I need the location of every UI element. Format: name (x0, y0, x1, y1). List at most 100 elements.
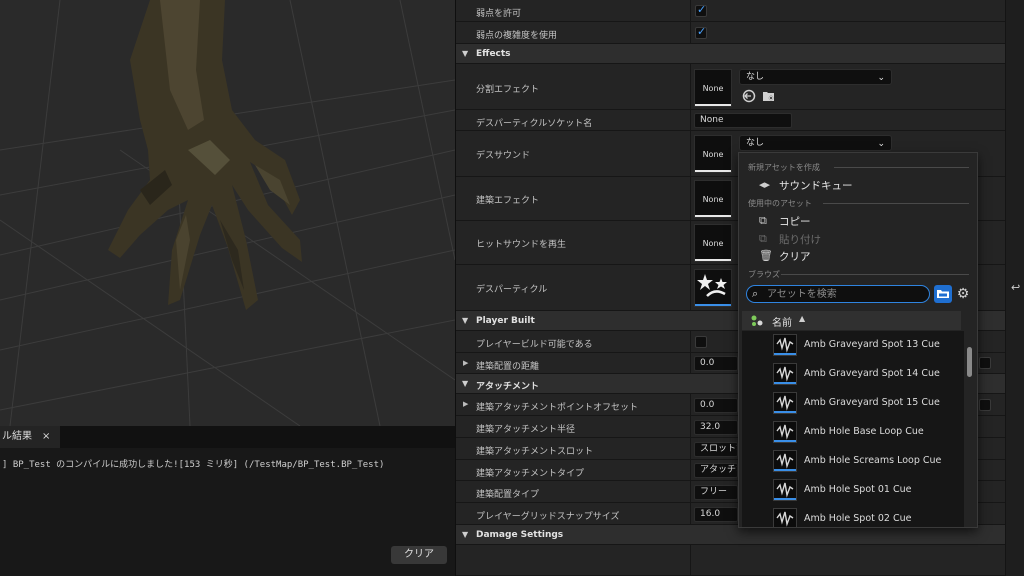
asset-type-bar (774, 469, 796, 471)
section-divider (781, 274, 969, 275)
break-effect-combo[interactable]: なし ⌄ (739, 69, 892, 85)
column-divider (690, 177, 691, 221)
column-divider (690, 22, 691, 44)
property-label: 建築エフェクト (476, 196, 540, 206)
category-label: Player Built (476, 316, 535, 326)
property-label: デスパーティクル (476, 285, 548, 295)
place-type-dropdown[interactable]: フリー (694, 485, 738, 500)
clear-log-button[interactable]: クリア (391, 546, 447, 564)
asset-name: Amb Hole Screams Loop Cue (804, 455, 942, 466)
name-column-header: 名前 (772, 318, 792, 329)
hit-sound-thumbnail[interactable]: None (694, 224, 732, 262)
property-row-death-particle-socket: デスパーティクルソケット名 None (456, 110, 1005, 131)
asset-list-scrollbar[interactable] (966, 331, 972, 527)
collapse-arrow-icon: ▼ (462, 379, 469, 388)
paste-icon: ⧉ (759, 232, 767, 245)
browse-folder-button[interactable] (934, 285, 952, 303)
thumbnail-label: None (702, 239, 724, 248)
thumbnail-bar (695, 170, 731, 172)
asset-search-input[interactable] (767, 287, 925, 301)
asset-list-header[interactable]: 名前 ▲ (742, 311, 961, 330)
build-place-distance-override[interactable] (979, 357, 991, 369)
asset-list-item[interactable]: Amb Hole Spot 02 Cue (742, 505, 964, 527)
asset-list-item[interactable]: Amb Graveyard Spot 15 Cue (742, 389, 964, 418)
asset-list-item[interactable]: Amb Graveyard Spot 13 Cue (742, 331, 964, 360)
column-divider (690, 438, 691, 460)
asset-type-bar (774, 440, 796, 442)
break-effect-thumbnail[interactable]: None (694, 69, 732, 107)
property-label: 分割エフェクト (476, 85, 540, 95)
level-viewport[interactable] (0, 0, 455, 426)
menu-item-label: サウンドキュー (779, 180, 853, 192)
chevron-down-icon: ⌄ (877, 73, 885, 83)
thumbnail-label: None (702, 150, 724, 159)
column-divider (690, 64, 691, 110)
asset-name: Amb Graveyard Spot 15 Cue (804, 397, 940, 408)
property-label: 建築アタッチメントタイプ (476, 469, 585, 479)
compile-results-tab-label: ル結果 (2, 431, 32, 442)
sound-cue-icon (773, 479, 797, 501)
browse-asset-icon[interactable] (762, 89, 776, 103)
property-row-weak-point-complexity: 弱点の複雑度を使用 (456, 22, 1005, 44)
sound-cue-icon (773, 334, 797, 356)
property-label: 建築アタッチメント半径 (476, 425, 576, 435)
create-sound-cue-item[interactable]: ◂▸ サウンドキュー (759, 177, 969, 193)
player-buildable-checkbox[interactable] (695, 336, 707, 348)
category-damage-settings[interactable]: ▼ Damage Settings (456, 525, 1005, 545)
allow-weak-point-checkbox[interactable] (695, 3, 707, 17)
menu-item-label: クリア (779, 251, 811, 263)
property-label: 建築アタッチメントスロット (476, 447, 594, 457)
expand-arrow-icon[interactable]: ▶ (463, 400, 468, 408)
attach-radius-field[interactable]: 32.0 (694, 420, 738, 435)
attach-slot-dropdown[interactable]: スロットな (694, 442, 738, 457)
grid-snap-size-field[interactable]: 16.0 (694, 507, 738, 522)
build-effect-thumbnail[interactable]: None (694, 180, 732, 218)
sound-cue-icon (773, 392, 797, 414)
paste-item[interactable]: ⧉ 貼り付け (759, 231, 969, 247)
asset-search-box[interactable]: ⌕ (746, 285, 930, 303)
section-header-create: 新規アセットを作成 (748, 163, 820, 172)
menu-item-label: コピー (779, 216, 811, 228)
scrollbar-thumb[interactable] (967, 347, 972, 377)
death-sound-thumbnail[interactable]: None (694, 135, 732, 173)
close-icon[interactable]: × (42, 426, 50, 448)
column-divider (690, 503, 691, 525)
log-tab-bar: ル結果 × (0, 426, 455, 448)
asset-list-item[interactable]: Amb Hole Screams Loop Cue (742, 447, 964, 476)
category-effects[interactable]: ▼ Effects (456, 44, 1005, 64)
property-label: プレイヤーグリッドスナップサイズ (476, 512, 620, 522)
asset-type-bar (774, 353, 796, 355)
property-label: デスサウンド (476, 151, 531, 161)
collapse-arrow-icon: ▼ (462, 316, 469, 325)
thumbnail-bar (695, 304, 731, 306)
copy-item[interactable]: ⧉ コピー (759, 213, 969, 229)
reset-to-default-icon[interactable]: ↩ (1011, 281, 1020, 294)
combo-value: なし (746, 138, 765, 148)
death-particle-socket-field[interactable]: None (694, 113, 792, 128)
asset-name: Amb Hole Base Loop Cue (804, 426, 924, 437)
property-row-partial (456, 545, 1005, 576)
clear-item[interactable]: 🗑 クリア (759, 248, 969, 264)
gear-icon[interactable]: ⚙ (955, 285, 971, 303)
attach-offset-override[interactable] (979, 399, 991, 411)
asset-list-item[interactable]: Amb Hole Base Loop Cue (742, 418, 964, 447)
expand-arrow-icon[interactable]: ▶ (463, 359, 468, 367)
compile-results-tab[interactable]: ル結果 × (0, 426, 60, 448)
attach-offset-field[interactable]: 0.0 (694, 398, 738, 413)
property-label: 弱点の複雑度を使用 (476, 31, 558, 41)
death-sound-combo[interactable]: なし ⌄ (739, 135, 892, 151)
asset-list-item[interactable]: Amb Hole Spot 01 Cue (742, 476, 964, 505)
death-particle-thumbnail[interactable] (694, 269, 732, 307)
sort-ascending-icon: ▲ (799, 314, 806, 323)
column-divider (690, 545, 691, 576)
asset-list-item[interactable]: Amb Graveyard Spot 14 Cue (742, 360, 964, 389)
property-label: プレイヤービルド可能である (476, 340, 593, 350)
thumbnail-label: None (702, 84, 724, 93)
weak-point-complexity-checkbox[interactable] (695, 25, 707, 39)
column-divider (690, 416, 691, 438)
property-label: 建築アタッチメントポイントオフセット (476, 403, 639, 413)
use-selected-asset-icon[interactable] (742, 89, 756, 103)
attach-type-dropdown[interactable]: アタッチな (694, 463, 738, 478)
chevron-down-icon: ⌄ (877, 139, 885, 149)
build-place-distance-field[interactable]: 0.0 (694, 356, 738, 371)
